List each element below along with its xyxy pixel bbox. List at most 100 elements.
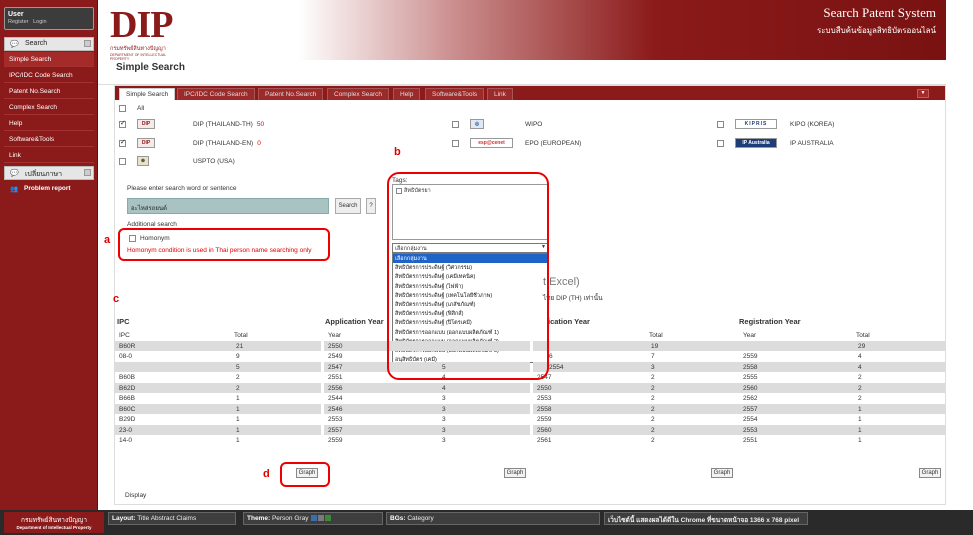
cell: 2 — [236, 384, 240, 392]
tab-patent-no[interactable]: Patent No.Search — [258, 88, 324, 100]
annotation-label-d: d — [263, 468, 270, 480]
layout-option-claims[interactable]: Claims — [176, 515, 196, 522]
table-row[interactable]: 14-0 1 — [115, 435, 321, 446]
dip-th-checkbox[interactable] — [119, 119, 126, 128]
table-row[interactable]: 2560 2 — [739, 382, 945, 393]
tab-link[interactable]: Link — [487, 88, 513, 100]
table-row[interactable]: 2553 1 — [739, 424, 945, 435]
problem-report-link[interactable]: 👥 Problem report — [4, 182, 94, 196]
sidebar-item-complex-search[interactable]: Complex Search — [4, 100, 94, 115]
toggle-icon[interactable] — [84, 169, 91, 176]
publication-year-graph-button[interactable]: Graph — [711, 468, 733, 478]
cell: 2 — [858, 395, 862, 402]
tab-complex-search[interactable]: Complex Search — [327, 88, 390, 100]
layout-option-abstract[interactable]: Abstract — [151, 515, 175, 522]
table-row[interactable]: 23-0 1 — [115, 424, 321, 435]
theme-label: Theme: — [247, 515, 271, 522]
sidebar-item-help[interactable]: Help — [4, 116, 94, 131]
table-row[interactable]: 29 — [739, 340, 945, 351]
toggle-icon[interactable] — [84, 40, 91, 47]
table-row[interactable]: 2557 1 — [739, 403, 945, 414]
col-header: Year — [328, 332, 342, 339]
table-row[interactable]: 2553 2 — [533, 393, 739, 404]
table-row[interactable]: 2558 2 — [533, 403, 739, 414]
uspto-checkbox[interactable] — [119, 158, 126, 165]
epo-label: EPO (EUROPEAN) — [525, 140, 582, 147]
sidebar-item-patent-no[interactable]: Patent No.Search — [4, 84, 94, 99]
table-row[interactable]: 2559 3 — [324, 435, 530, 446]
table-row[interactable]: 2551 1 — [739, 435, 945, 446]
dip-logo[interactable]: DIP กรมทรัพย์สินทางปัญญา DEPARTMENT OF I… — [110, 6, 176, 61]
table-row[interactable]: 19 — [533, 340, 739, 351]
cell: 2 — [651, 374, 655, 381]
search-help-button[interactable]: ? — [366, 198, 376, 214]
cell: 2550 — [328, 342, 343, 350]
table-row[interactable]: 2562 2 — [739, 393, 945, 404]
theme-swatch[interactable] — [311, 515, 318, 522]
all-checkbox[interactable] — [119, 105, 126, 112]
theme-option[interactable]: Gray — [294, 515, 308, 522]
cell: 2544 — [328, 395, 343, 402]
layout-option-title[interactable]: Title — [137, 515, 149, 522]
table-row[interactable]: B66B 1 — [115, 393, 321, 404]
table-row[interactable]: 2546 3 — [324, 403, 530, 414]
table-row[interactable]: 2558 4 — [739, 361, 945, 372]
search-section-header[interactable]: 💬 Search — [4, 37, 94, 51]
table-row[interactable]: B60C 1 — [115, 403, 321, 414]
sidebar-item-simple-search[interactable]: Simple Search — [4, 52, 94, 67]
theme-swatch[interactable] — [325, 515, 332, 522]
table-row[interactable]: 2554 3 — [533, 361, 739, 372]
tab-software[interactable]: Software&Tools — [425, 88, 485, 100]
table-row[interactable]: 2560 2 — [533, 424, 739, 435]
table-row[interactable]: 2553 3 — [324, 414, 530, 425]
wipo-checkbox[interactable] — [452, 121, 459, 128]
table-row[interactable]: 2561 2 — [533, 435, 739, 446]
table-row[interactable]: 2556 4 — [324, 382, 530, 393]
language-section-header[interactable]: 💬 เปลี่ยนภาษา — [4, 166, 94, 180]
bg-option-category[interactable]: Category — [407, 515, 433, 522]
search-input[interactable]: อะไหล่รถยนต์ — [127, 198, 329, 214]
table-row[interactable]: 5 — [115, 361, 321, 372]
search-button[interactable]: Search — [335, 198, 361, 214]
tabs-menu-button[interactable]: ▼ — [917, 89, 929, 98]
cell: 2560 — [537, 426, 552, 434]
registration-year-graph-button[interactable]: Graph — [919, 468, 941, 478]
table-row[interactable]: 08-0 9 — [115, 351, 321, 362]
col-header: IPC — [119, 332, 130, 339]
tab-simple-search[interactable]: Simple Search — [119, 88, 176, 100]
table-row[interactable]: 2550 2 — [533, 382, 739, 393]
table-row[interactable]: 2544 3 — [324, 393, 530, 404]
cell: 2557 — [328, 426, 343, 434]
cell: 2562 — [743, 395, 758, 402]
sidebar-item-link[interactable]: Link — [4, 148, 94, 163]
tab-ipc-search[interactable]: IPC/IDC Code Search — [177, 88, 255, 100]
table-row[interactable]: 2557 3 — [324, 424, 530, 435]
table-row[interactable]: B60R 21 — [115, 340, 321, 351]
table-row[interactable]: 2555 2 — [739, 372, 945, 383]
search-prompt: Please enter search word or sentence — [127, 185, 237, 192]
table-row[interactable]: 67 — [533, 351, 739, 362]
table-row[interactable]: B62D 2 — [115, 382, 321, 393]
problem-report-label: Problem report — [24, 185, 71, 192]
tab-help[interactable]: Help — [393, 88, 421, 100]
login-link[interactable]: Login — [33, 19, 46, 25]
sidebar-item-software[interactable]: Software&Tools — [4, 132, 94, 147]
table-row[interactable]: 2547 2 — [533, 372, 739, 383]
table-row[interactable]: 2559 4 — [739, 351, 945, 362]
application-year-graph-button[interactable]: Graph — [504, 468, 526, 478]
table-row[interactable]: 2559 2 — [533, 414, 739, 425]
table-row[interactable]: B60B 2 — [115, 372, 321, 383]
epo-checkbox[interactable] — [452, 140, 459, 147]
theme-option[interactable]: Person — [272, 515, 293, 522]
table-row[interactable]: 2554 1 — [739, 414, 945, 425]
cell: 14-0 — [119, 437, 133, 444]
table-row[interactable]: B29D 1 — [115, 414, 321, 425]
cell: 9 — [236, 353, 240, 360]
dip-en-checkbox[interactable] — [119, 138, 126, 147]
kipo-checkbox[interactable] — [717, 121, 724, 128]
cell: B60B — [119, 374, 135, 381]
register-link[interactable]: Register — [8, 19, 28, 25]
theme-swatch[interactable] — [318, 515, 325, 522]
ip-australia-checkbox[interactable] — [717, 140, 724, 147]
sidebar-item-ipc-search[interactable]: IPC/IDC Code Search — [4, 68, 94, 83]
